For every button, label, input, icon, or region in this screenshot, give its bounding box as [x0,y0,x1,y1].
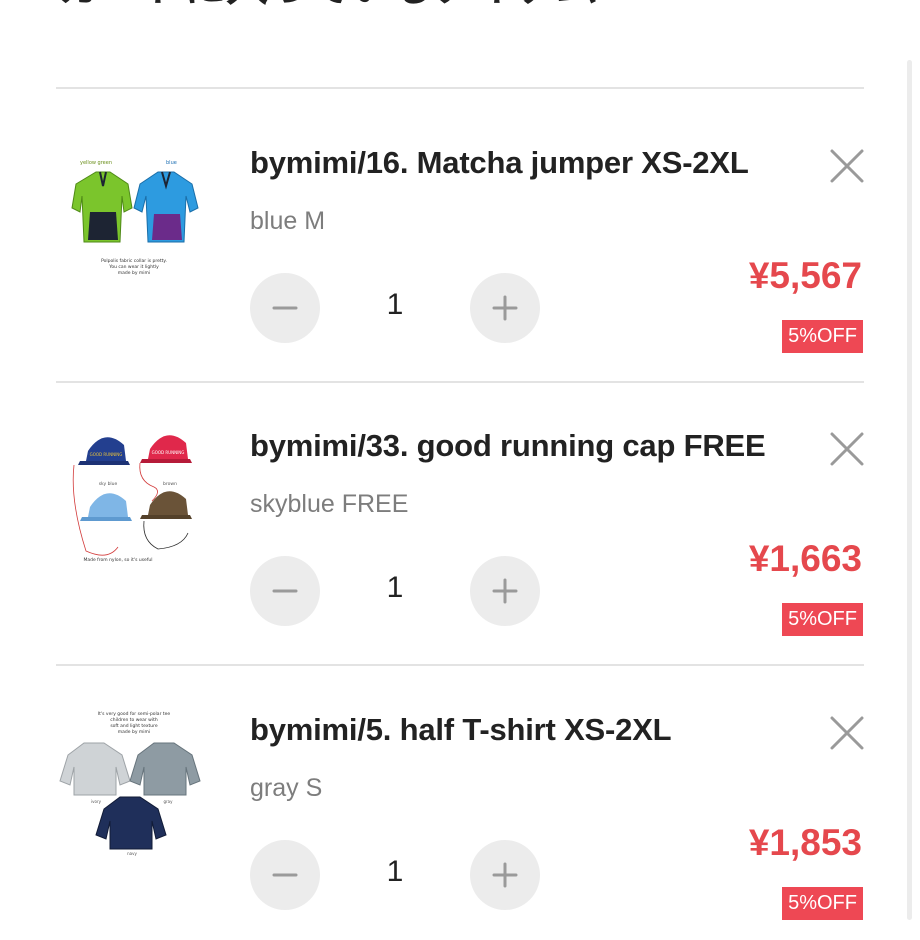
close-icon [830,432,864,466]
plus-icon [492,295,518,321]
remove-item-button[interactable] [828,430,866,468]
thumb-caption: made by mimi [118,729,150,735]
plus-icon [492,862,518,888]
discount-badge: 5%OFF [782,887,863,920]
discount-badge: 5%OFF [782,603,863,636]
increment-quantity-button[interactable] [470,273,540,343]
decrement-quantity-button[interactable] [250,840,320,910]
minus-icon [272,589,298,593]
cart-item: yellow green blue Polpolis fabric collar… [0,90,920,373]
quantity-value: 1 [386,571,404,604]
remove-item-button[interactable] [828,147,866,185]
product-image[interactable]: GOOD RUNNING GOOD RUNNING sky blue brown… [58,421,210,573]
item-variant: gray S [250,774,323,802]
minus-icon [272,306,298,310]
thumb-label: sky blue [99,481,118,487]
thumb-label: brown [163,481,177,487]
thumb-caption: children to wear with [110,717,158,723]
decrement-quantity-button[interactable] [250,556,320,626]
cart-item: It's very good for semi-polar tee childr… [0,657,920,940]
item-name[interactable]: bymimi/33. good running cap FREE [250,428,766,464]
discount-badge: 5%OFF [782,320,863,353]
svg-text:GOOD RUNNING: GOOD RUNNING [90,452,123,457]
quantity-value: 1 [386,855,404,888]
close-icon [830,149,864,183]
quantity-value: 1 [386,288,404,321]
decrement-quantity-button[interactable] [250,273,320,343]
remove-item-button[interactable] [828,714,866,752]
product-image[interactable]: It's very good for semi-polar tee childr… [58,705,210,857]
cart-item: GOOD RUNNING GOOD RUNNING sky blue brown… [0,373,920,656]
thumb-caption: soft and light texture [110,723,158,729]
svg-text:GOOD RUNNING: GOOD RUNNING [152,450,185,455]
thumb-label: ivory [91,799,102,804]
close-icon [830,716,864,750]
increment-quantity-button[interactable] [470,840,540,910]
thumb-label: yellow green [80,160,112,166]
item-price: ¥5,567 [748,255,862,296]
thumb-caption: Polpolis fabric collar is pretty. [101,258,167,264]
thumb-caption: It's very good for semi-polar tee [98,711,171,717]
thumb-label: gray [163,799,173,804]
item-name[interactable]: bymimi/5. half T-shirt XS-2XL [250,712,672,748]
thumb-caption: made by mimi [118,270,150,276]
item-variant: blue M [250,207,326,235]
minus-icon [272,873,298,877]
increment-quantity-button[interactable] [470,556,540,626]
thumb-label: blue [166,160,177,166]
item-variant: skyblue FREE [250,490,409,518]
item-name[interactable]: bymimi/16. Matcha jumper XS-2XL [250,145,749,181]
thumb-label: navy [127,851,137,856]
thumb-caption: Made from nylon, so it's useful [83,557,152,563]
item-price: ¥1,663 [748,538,862,579]
product-image[interactable]: yellow green blue Polpolis fabric collar… [58,138,210,290]
item-price: ¥1,853 [748,822,862,863]
thumb-caption: You can wear it lightly [108,264,159,270]
plus-icon [492,578,518,604]
divider [56,87,864,89]
page-title: カートに入っているアイテム [58,0,598,8]
